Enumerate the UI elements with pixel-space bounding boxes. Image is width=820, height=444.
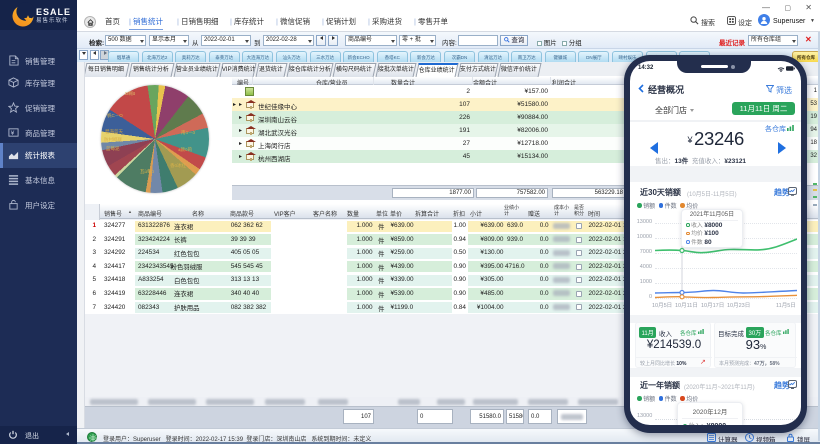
svg-text:¥: ¥: [11, 130, 15, 137]
